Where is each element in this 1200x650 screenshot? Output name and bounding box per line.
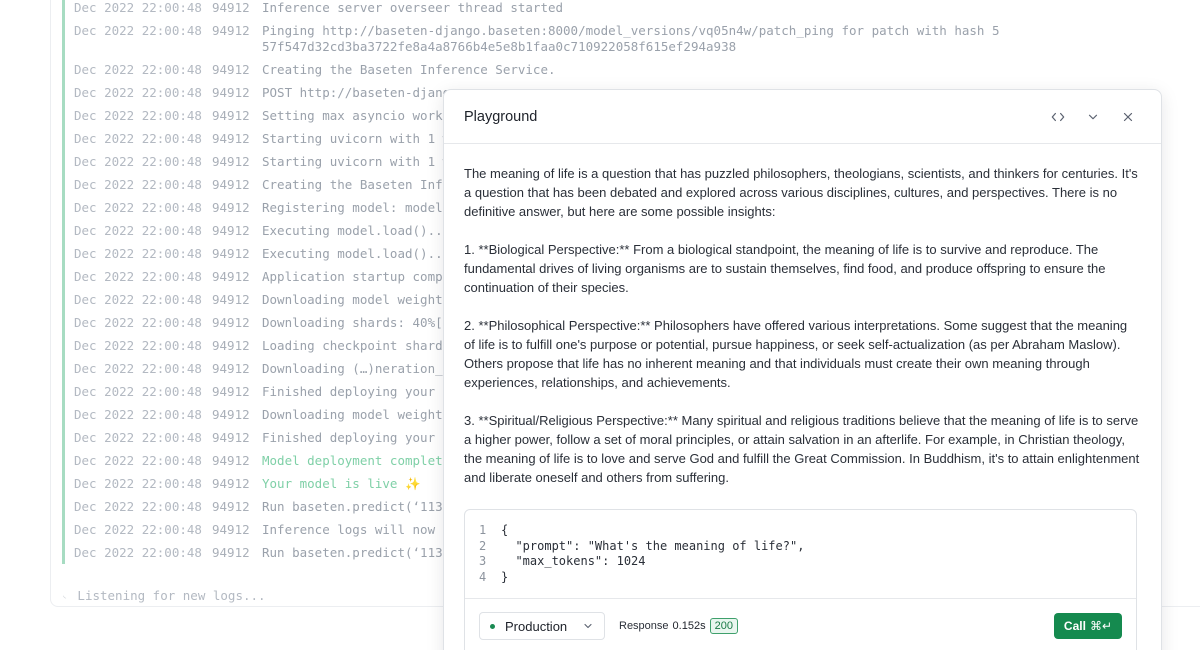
- log-timestamp: Dec 2022 22:00:48: [74, 108, 202, 123]
- chevron-down-icon: [582, 620, 594, 632]
- line-number: 2: [479, 538, 487, 553]
- code-area[interactable]: 1 { 2 "prompt": "What's the meaning of l…: [465, 510, 1136, 585]
- log-timestamp: Dec 2022 22:00:48: [74, 407, 202, 422]
- code-line: 3 "max_tokens": 1024: [479, 554, 1136, 570]
- playground-modal: Playground The meaning of life is a ques…: [443, 89, 1162, 650]
- log-message: Inference server overseer thread started: [262, 0, 564, 15]
- line-number: 3: [479, 554, 487, 568]
- status-badge: 200: [709, 618, 738, 634]
- code-text: "prompt": "What's the meaning of life?",: [501, 538, 805, 553]
- collapse-button[interactable]: [1079, 103, 1106, 130]
- response-info: Response 0.152s 200: [619, 618, 738, 634]
- listening-indicator: ◟ Listening for new logs...: [62, 588, 266, 603]
- code-line: 2 "prompt": "What's the meaning of life?…: [479, 539, 1136, 555]
- log-timestamp: Dec 2022 22:00:48: [74, 85, 202, 100]
- log-timestamp: Dec 2022 22:00:48: [74, 545, 202, 560]
- log-pid: 94912: [212, 246, 250, 261]
- log-pid: 94912: [212, 177, 250, 192]
- log-timestamp: Dec 2022 22:00:48: [74, 154, 202, 169]
- spinner-icon: ◟: [62, 590, 68, 601]
- log-pid: 94912: [212, 476, 250, 491]
- log-timestamp: Dec 2022 22:00:48: [74, 430, 202, 445]
- code-text: "max_tokens": 1024: [501, 554, 646, 568]
- log-pid: 94912: [212, 522, 250, 537]
- log-timestamp: Dec 2022 22:00:48: [74, 0, 202, 15]
- log-line: Dec 2022 22:00:48 94912 Pinging http://bas…: [62, 19, 1200, 58]
- log-pid: 94912: [212, 292, 250, 307]
- log-timestamp: Dec 2022 22:00:48: [74, 292, 202, 307]
- log-timestamp: Dec 2022 22:00:48: [74, 131, 202, 146]
- log-timestamp: Dec 2022 22:00:48: [74, 23, 202, 38]
- editor-footer: Production Response 0.152s 200 Call ⌘↵: [465, 598, 1136, 650]
- response-paragraph: 3. **Spiritual/Religious Perspective:** …: [464, 413, 1140, 485]
- chevron-down-icon: [1088, 114, 1097, 119]
- log-pid: 94912: [212, 223, 250, 238]
- log-pid: 94912: [212, 361, 250, 376]
- log-pid: 94912: [212, 0, 250, 15]
- log-pid: 94912: [212, 23, 250, 38]
- code-icon: [1051, 112, 1064, 121]
- line-number: 1: [479, 523, 487, 537]
- log-pid: 94912: [212, 384, 250, 399]
- environment-label: Production: [505, 618, 568, 634]
- response-paragraph: 1. **Biological Perspective:** From a bi…: [464, 242, 1106, 295]
- log-timestamp: Dec 2022 22:00:48: [74, 200, 202, 215]
- log-line: Dec 2022 22:00:48 94912 Creating the Baset…: [62, 58, 1200, 81]
- log-timestamp: Dec 2022 22:00:48: [74, 223, 202, 238]
- log-pid: 94912: [212, 338, 250, 353]
- log-pid: 94912: [212, 200, 250, 215]
- response-time: 0.152s: [672, 620, 706, 632]
- log-message: Pinging http://baseten-django.baseten:80…: [262, 23, 1000, 54]
- log-pid: 94912: [212, 315, 250, 330]
- response-label: Response: [619, 620, 669, 632]
- log-pid: 94912: [212, 108, 250, 123]
- log-timestamp: Dec 2022 22:00:48: [74, 62, 202, 77]
- log-pid: 94912: [212, 545, 250, 560]
- environment-select[interactable]: Production: [479, 612, 605, 640]
- log-pid: 94912: [212, 499, 250, 514]
- log-timestamp: Dec 2022 22:00:48: [74, 384, 202, 399]
- log-timestamp: Dec 2022 22:00:48: [74, 453, 202, 468]
- log-pid: 94912: [212, 154, 250, 169]
- keyboard-shortcut: ⌘↵: [1089, 619, 1112, 633]
- call-button[interactable]: Call ⌘↵: [1053, 613, 1122, 639]
- close-icon: [1123, 112, 1132, 121]
- log-message: Creating the Baseten Inference Service.: [262, 62, 556, 77]
- log-timestamp: Dec 2022 22:00:48: [74, 499, 202, 514]
- response-output: The meaning of life is a question that h…: [444, 144, 1161, 509]
- code-text: }: [501, 569, 509, 584]
- playground-title: Playground: [464, 108, 538, 125]
- request-editor[interactable]: 1 { 2 "prompt": "What's the meaning of l…: [464, 509, 1137, 650]
- playground-header: Playground: [444, 90, 1161, 144]
- code-line: 4 }: [479, 570, 1136, 586]
- log-pid: 94912: [212, 85, 250, 100]
- line-number: 4: [479, 569, 487, 584]
- log-timestamp: Dec 2022 22:00:48: [74, 361, 202, 376]
- response-paragraph: 2. **Philosophical Perspective:** Philos…: [464, 318, 1128, 390]
- status-dot-icon: [490, 623, 495, 629]
- call-label: Call: [1063, 619, 1086, 633]
- log-timestamp: Dec 2022 22:00:48: [74, 269, 202, 284]
- log-timestamp: Dec 2022 22:00:48: [74, 246, 202, 261]
- log-timestamp: Dec 2022 22:00:48: [74, 338, 202, 353]
- log-timestamp: Dec 2022 22:00:48: [74, 177, 202, 192]
- code-text: {: [501, 523, 509, 537]
- code-toggle-button[interactable]: [1044, 103, 1071, 130]
- log-timestamp: Dec 2022 22:00:48: [74, 476, 202, 491]
- log-line: Dec 2022 22:00:48 94912 Inference server o…: [62, 0, 1200, 19]
- log-pid: 94912: [212, 430, 250, 445]
- log-timestamp: Dec 2022 22:00:48: [74, 522, 202, 537]
- log-pid: 94912: [212, 269, 250, 284]
- playground-actions: [1044, 103, 1141, 130]
- log-pid: 94912: [212, 407, 250, 422]
- close-button[interactable]: [1114, 103, 1141, 130]
- response-paragraph: The meaning of life is a question that h…: [464, 166, 1138, 219]
- log-pid: 94912: [212, 62, 250, 77]
- log-pid: 94912: [212, 453, 250, 468]
- log-pid: 94912: [212, 131, 250, 146]
- log-timestamp: Dec 2022 22:00:48: [74, 315, 202, 330]
- listening-text: Listening for new logs...: [77, 588, 266, 603]
- code-line: 1 {: [479, 523, 1136, 539]
